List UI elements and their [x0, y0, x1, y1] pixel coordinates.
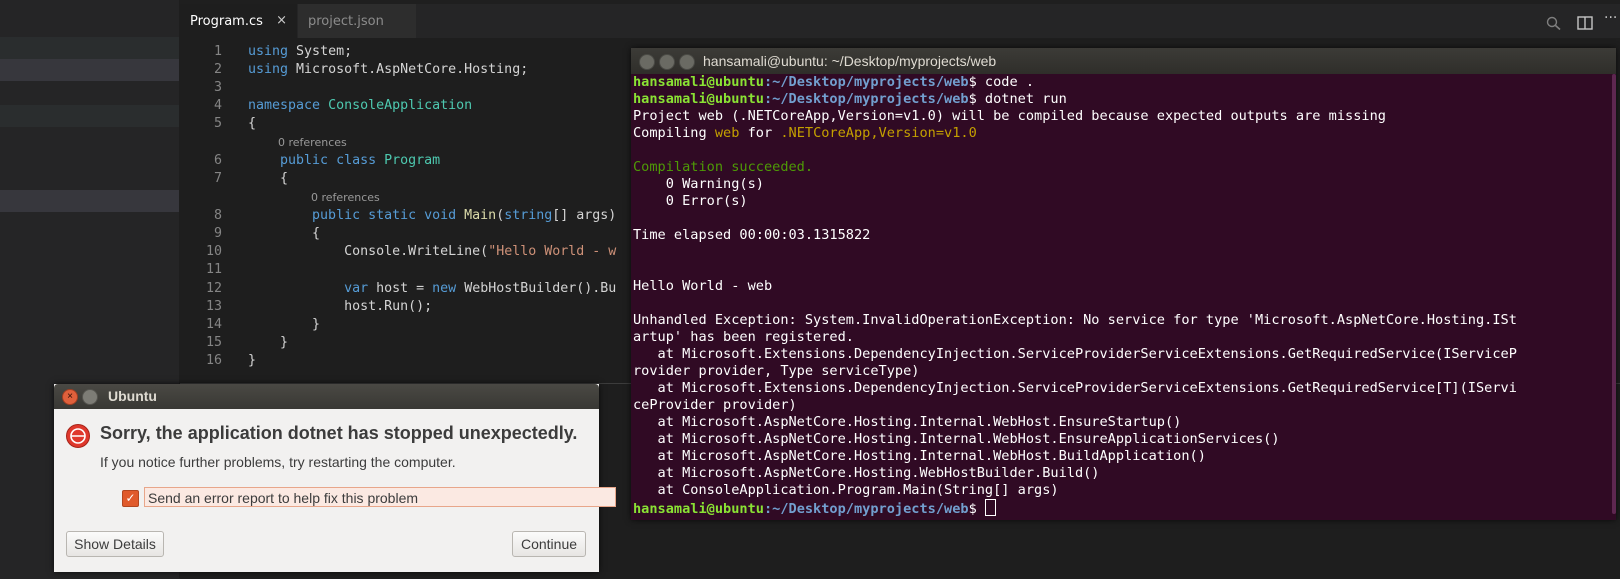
- crash-report-dialog[interactable]: × Ubuntu Sorry, the application dotnet h…: [54, 384, 616, 572]
- line-number: 11: [205, 262, 222, 277]
- terminal-line: hansamali@ubuntu:~/Desktop/myprojects/we…: [633, 74, 1035, 90]
- terminal-line: 0 Warning(s): [633, 176, 764, 192]
- dialog-heading: Sorry, the application dotnet has stoppe…: [100, 423, 578, 443]
- tab-label: Program.cs: [190, 13, 263, 29]
- line-number: 1: [213, 44, 222, 59]
- close-icon[interactable]: ×: [62, 389, 78, 405]
- dialog-subtext: If you notice further problems, try rest…: [100, 454, 456, 470]
- terminal-line: at Microsoft.AspNetCore.Hosting.Internal…: [633, 414, 1182, 430]
- line-number: 2: [213, 62, 222, 77]
- terminal-line: at ConsoleApplication.Program.Main(Strin…: [633, 482, 1059, 498]
- line-number: 6: [213, 153, 222, 168]
- code-text: public static void Main(string[] args): [312, 208, 617, 223]
- terminal-line: 0 Error(s): [633, 193, 748, 209]
- terminal-line: artup' has been registered.: [633, 329, 854, 345]
- terminal-line: Project web (.NETCoreApp,Version=v1.0) w…: [633, 108, 1386, 124]
- sidebar-row[interactable]: [0, 105, 179, 127]
- code-text: Console.WriteLine("Hello World - w: [344, 244, 617, 259]
- editor-tab-bar: Program.cs × project.json ···: [180, 4, 1620, 38]
- maximize-icon[interactable]: [679, 54, 695, 70]
- terminal-window[interactable]: hansamali@ubuntu: ~/Desktop/myprojects/w…: [631, 48, 1616, 520]
- dialog-titlebar[interactable]: × Ubuntu: [54, 384, 599, 409]
- line-number: 10: [205, 244, 222, 259]
- code-text: using System;: [248, 44, 353, 59]
- terminal-output[interactable]: hansamali@ubuntu:~/Desktop/myprojects/we…: [633, 74, 1611, 520]
- line-number: 4: [213, 98, 222, 113]
- tab-program-cs[interactable]: Program.cs ×: [180, 4, 297, 38]
- dialog-title: Ubuntu: [108, 388, 157, 404]
- sidebar-row-selected[interactable]: [0, 59, 179, 81]
- code-text: public class Program: [280, 153, 441, 168]
- tab-project-json[interactable]: project.json: [298, 4, 416, 38]
- line-number: 16: [205, 353, 222, 368]
- more-actions-icon[interactable]: ···: [1604, 10, 1617, 26]
- terminal-titlebar[interactable]: hansamali@ubuntu: ~/Desktop/myprojects/w…: [631, 48, 1616, 74]
- codelens-references[interactable]: 0 references: [311, 191, 380, 205]
- code-text: {: [312, 226, 321, 241]
- show-details-button[interactable]: Show Details: [66, 531, 164, 557]
- minimize-icon[interactable]: [659, 54, 675, 70]
- line-number: 12: [205, 281, 222, 296]
- line-number: 3: [213, 80, 222, 95]
- sidebar-row[interactable]: [0, 37, 179, 59]
- terminal-line: rovider provider, Type serviceType): [633, 363, 920, 379]
- code-text: var host = new WebHostBuilder().Bu: [344, 281, 617, 296]
- terminal-scrollbar[interactable]: [1611, 74, 1616, 520]
- line-number: 14: [205, 317, 222, 332]
- terminal-line: hansamali@ubuntu:~/Desktop/myprojects/we…: [633, 91, 1067, 107]
- terminal-line: at Microsoft.Extensions.DependencyInject…: [633, 346, 1517, 362]
- code-text: namespace ConsoleApplication: [248, 98, 473, 113]
- minimize-icon[interactable]: [82, 389, 98, 405]
- close-icon[interactable]: ×: [276, 13, 287, 28]
- code-text: }: [312, 317, 321, 332]
- code-text: }: [280, 335, 289, 350]
- open-changes-icon[interactable]: [1546, 16, 1562, 30]
- scrollbar-thumb[interactable]: [1612, 74, 1616, 514]
- error-icon: [66, 424, 90, 448]
- code-text: {: [248, 116, 257, 131]
- line-number: 13: [205, 299, 222, 314]
- line-number: 9: [213, 226, 222, 241]
- terminal-title: hansamali@ubuntu: ~/Desktop/myprojects/w…: [703, 53, 997, 69]
- line-number: 5: [213, 116, 222, 131]
- send-report-label[interactable]: Send an error report to help fix this pr…: [144, 487, 616, 507]
- terminal-line: Compiling web for .NETCoreApp,Version=v1…: [633, 125, 977, 141]
- line-number: 8: [213, 208, 222, 223]
- terminal-line: at Microsoft.Extensions.DependencyInject…: [633, 380, 1517, 396]
- continue-button[interactable]: Continue: [512, 531, 586, 557]
- terminal-line: Compilation succeeded.: [633, 159, 814, 175]
- code-text: {: [280, 171, 289, 186]
- codelens-references[interactable]: 0 references: [278, 136, 347, 150]
- terminal-line: Hello World - web: [633, 278, 773, 294]
- terminal-line: at Microsoft.AspNetCore.Hosting.Internal…: [633, 431, 1280, 447]
- code-text: }: [248, 353, 257, 368]
- line-number: 7: [213, 171, 222, 186]
- sidebar-row-selected[interactable]: [0, 190, 179, 212]
- code-text: using Microsoft.AspNetCore.Hosting;: [248, 62, 529, 77]
- terminal-line: Unhandled Exception: System.InvalidOpera…: [633, 312, 1517, 328]
- split-editor-icon[interactable]: [1577, 16, 1593, 30]
- send-report-option[interactable]: ✓ Send an error report to help fix this …: [122, 487, 642, 509]
- terminal-line: Time elapsed 00:00:03.1315822: [633, 227, 871, 243]
- line-number: 15: [205, 335, 222, 350]
- terminal-prompt[interactable]: hansamali@ubuntu:~/Desktop/myprojects/we…: [633, 499, 996, 518]
- terminal-line: at Microsoft.AspNetCore.Hosting.Internal…: [633, 448, 1206, 464]
- send-report-checkbox[interactable]: ✓: [122, 490, 139, 507]
- terminal-line: ceProvider provider): [633, 397, 797, 413]
- code-text: host.Run();: [344, 299, 433, 314]
- text-cursor: [984, 499, 996, 516]
- close-icon[interactable]: [639, 54, 655, 70]
- terminal-line: at Microsoft.AspNetCore.Hosting.WebHostB…: [633, 465, 1100, 481]
- tab-label: project.json: [308, 13, 384, 29]
